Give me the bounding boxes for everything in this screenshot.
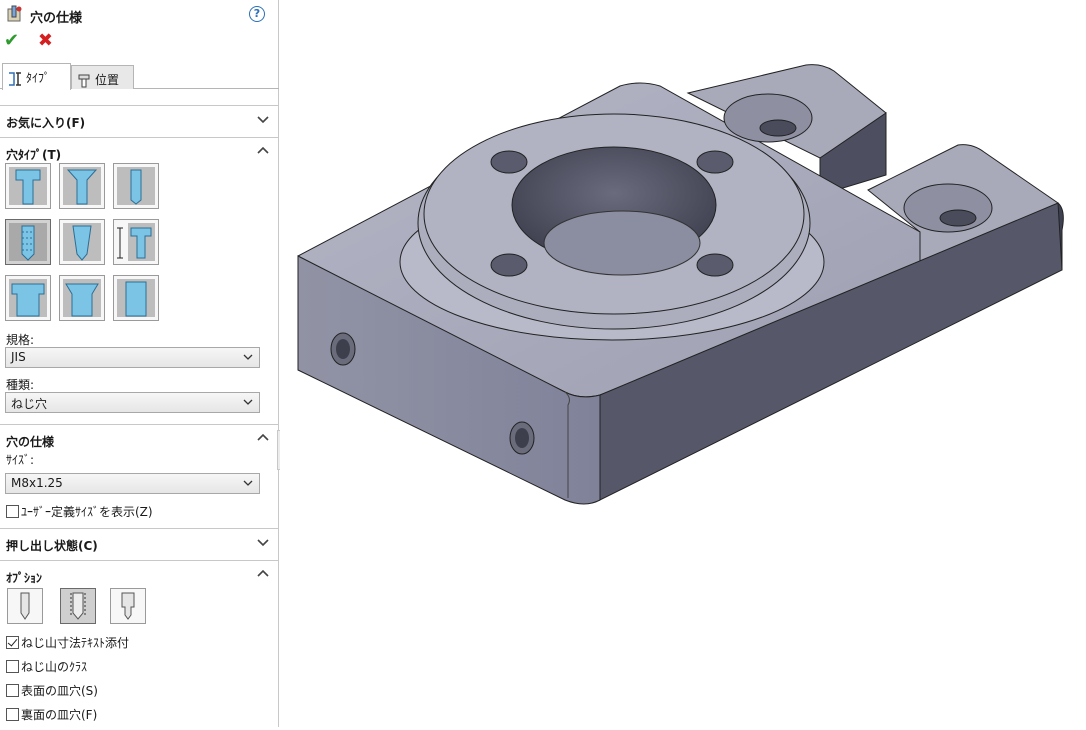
tab-position-label: 位置 [95,73,120,87]
panel-title-row: 穴の仕様 ? [0,0,279,28]
hole-type-countersink-slot-button[interactable] [59,275,105,321]
counterbore-slot-icon [9,279,47,317]
panel-title: 穴の仕様 [30,11,83,26]
checkbox-icon[interactable] [6,684,19,697]
tapered-tap-icon [63,223,101,261]
chevron-down-icon [243,399,253,405]
remove-thread-icon [121,592,135,620]
hole-wizard-icon [7,5,22,22]
hole-type-icon [9,71,21,86]
hole-type-counterbore-button[interactable] [5,163,51,209]
tab-position[interactable]: 位置 [71,65,134,89]
thread-callout-checkbox[interactable]: ねじ山寸法ﾃｷｽﾄ添付 [6,634,129,650]
legacy-hole-icon [117,223,155,261]
standard-value: JIS [11,350,26,364]
chevron-down-icon [243,354,253,360]
straight-tap-icon [9,223,47,261]
position-icon [78,74,90,87]
chevron-up-icon[interactable] [256,567,270,581]
cancel-button[interactable]: ✖ [38,32,56,50]
hole-spec-section-header[interactable]: 穴の仕様 [0,424,278,454]
checkbox-icon[interactable] [6,708,19,721]
counterbore-icon [9,167,47,205]
end-condition-section-header[interactable]: 押し出し状態(C) [0,528,278,558]
options-label: ｵﾌﾟｼｮﾝ [6,571,43,585]
kind-value: ねじ穴 [11,397,48,411]
favorites-section-header[interactable]: お気に入り(F) [0,105,278,135]
chevron-down-icon [243,480,253,486]
checkbox-icon[interactable] [6,505,19,518]
tab-type-label: ﾀｲﾌﾟ [26,71,51,85]
thread-class-label: ねじ山のｸﾗｽ [21,660,88,674]
thread-callout-label: ねじ山寸法ﾃｷｽﾄ添付 [21,636,130,650]
graphics-viewport[interactable] [280,0,1086,727]
hole-type-label: 穴ﾀｲﾌﾟ(T) [6,148,62,162]
far-side-countersink-checkbox[interactable]: 裏面の皿穴(F) [6,706,97,722]
slot-icon [117,279,155,317]
custom-size-label: ﾕｰｻﾞｰ定義ｻｲｽﾞを表示(Z) [21,505,153,519]
tab-type[interactable]: ﾀｲﾌﾟ [2,63,71,90]
options-section-header[interactable]: ｵﾌﾟｼｮﾝ [0,560,278,590]
near-side-countersink-label: 表面の皿穴(S) [21,684,98,698]
ok-button[interactable]: ✔ [4,32,22,50]
size-value: M8x1.25 [11,476,63,490]
hole-type-hole-button[interactable] [113,163,159,209]
end-condition-label: 押し出し状態(C) [6,539,98,553]
hole-type-straight-tap-button[interactable] [5,219,51,265]
hole-type-countersink-button[interactable] [59,163,105,209]
part-model[interactable] [280,0,1086,727]
size-select[interactable]: M8x1.25 [5,473,260,494]
chevron-down-icon[interactable] [256,112,270,126]
hole-type-tapered-tap-button[interactable] [59,219,105,265]
hole-spec-label: 穴の仕様 [6,435,55,449]
cosmetic-thread-button[interactable] [60,588,96,624]
hole-type-slot-button[interactable] [113,275,159,321]
near-side-countersink-checkbox[interactable]: 表面の皿穴(S) [6,682,98,698]
cosmetic-thread-icon [70,592,86,620]
hole-type-legacy-hole-button[interactable] [113,219,159,265]
tap-drill-icon [20,592,30,620]
chevron-up-icon[interactable] [256,144,270,158]
standard-select[interactable]: JIS [5,347,260,368]
far-side-countersink-label: 裏面の皿穴(F) [21,708,98,722]
kind-label: 種類: [6,378,35,392]
tab-bar: ﾀｲﾌﾟ 位置 [0,63,279,90]
property-manager-panel: 穴の仕様 ? ✔ ✖ ﾀｲﾌﾟ 位置 お気に入り(F) 穴ﾀｲﾌﾟ(T) 規格:… [0,0,279,727]
checkbox-icon[interactable] [6,660,19,673]
kind-select[interactable]: ねじ穴 [5,392,260,413]
simple-hole-icon [117,167,155,205]
chevron-up-icon[interactable] [256,431,270,445]
remove-thread-button[interactable] [110,588,146,624]
thread-class-checkbox[interactable]: ねじ山のｸﾗｽ [6,658,87,674]
standard-label: 規格: [6,333,35,347]
checkbox-icon[interactable] [6,636,19,649]
ok-cancel-group: ✔ ✖ [4,32,68,50]
hole-type-counterbore-slot-button[interactable] [5,275,51,321]
size-label: ｻｲｽﾞ: [6,453,35,467]
help-icon[interactable]: ? [249,6,265,22]
chevron-down-icon[interactable] [256,535,270,549]
custom-size-checkbox[interactable]: ﾕｰｻﾞｰ定義ｻｲｽﾞを表示(Z) [6,503,153,519]
favorites-label: お気に入り(F) [6,116,86,130]
countersink-icon [63,167,101,205]
tap-drill-button[interactable] [7,588,43,624]
countersink-slot-icon [63,279,101,317]
